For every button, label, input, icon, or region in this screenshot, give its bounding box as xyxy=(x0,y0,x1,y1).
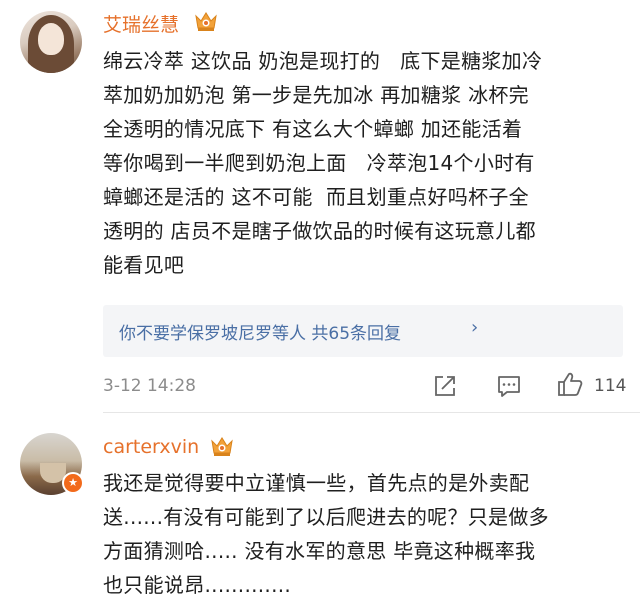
comment-line: 萃加奶加奶泡 第一步是先加冰 再加糖浆 冰杯完 xyxy=(103,83,529,107)
comment-item: 艾瑞丝慧 绵云冷萃 这饮品 奶泡是现打的 底下是糖浆加冷 萃加奶加奶泡 第一步是先… xyxy=(0,0,640,412)
comment-line: 我还是觉得要中立谨慎一些，首先点的是外卖配 xyxy=(103,471,530,495)
comment-line: 蟑螂还是活的 这不可能 而且划重点好吗杯子全 xyxy=(103,185,529,209)
vip-crown-icon xyxy=(195,12,217,31)
comment-icon[interactable] xyxy=(495,372,523,400)
username[interactable]: 艾瑞丝慧 xyxy=(103,10,179,37)
comment-line: 透明的 店员不是瞎子做饮品的时候有这玩意儿都 xyxy=(103,219,536,243)
like-count: 114 xyxy=(594,376,627,396)
reply-summary-box[interactable]: 你不要学保罗坡尼罗等人 共65条回复 › xyxy=(103,305,623,357)
comment-line: 等你喝到一半爬到奶泡上面 冷萃泡14个小时有 xyxy=(103,151,535,175)
comment-line: 绵云冷萃 这饮品 奶泡是现打的 底下是糖浆加冷 xyxy=(103,49,543,73)
comment-timestamp: 3-12 14:28 xyxy=(103,376,196,396)
reply-summary-link[interactable]: 你不要学保罗坡尼罗等人 共65条回复 xyxy=(119,319,401,344)
share-icon[interactable] xyxy=(431,372,459,400)
chevron-right-icon: › xyxy=(471,317,479,338)
thumbs-up-icon[interactable] xyxy=(556,370,584,398)
username[interactable]: carterxvin xyxy=(103,436,199,458)
comment-text: 绵云冷萃 这饮品 奶泡是现打的 底下是糖浆加冷 萃加奶加奶泡 第一步是先加冰 再加… xyxy=(103,44,633,282)
comment-line: 也只能说昂............. xyxy=(103,573,292,597)
comment-line: 送......有没有可能到了以后爬进去的呢？只是做多 xyxy=(103,505,549,529)
verified-badge-icon: ★ xyxy=(62,472,84,494)
vip-crown-icon xyxy=(211,437,233,456)
comment-text: 我还是觉得要中立谨慎一些，首先点的是外卖配 送......有没有可能到了以后爬进去… xyxy=(103,466,633,602)
divider xyxy=(103,412,640,413)
comment-line: 方面猜测哈..... 没有水军的意思 毕竟这种概率我 xyxy=(103,539,536,563)
comment-line: 能看见吧 xyxy=(103,253,185,277)
comment-line: 全透明的情况底下 有这么大个蟑螂 加还能活着 xyxy=(103,117,523,141)
avatar[interactable] xyxy=(20,11,82,73)
